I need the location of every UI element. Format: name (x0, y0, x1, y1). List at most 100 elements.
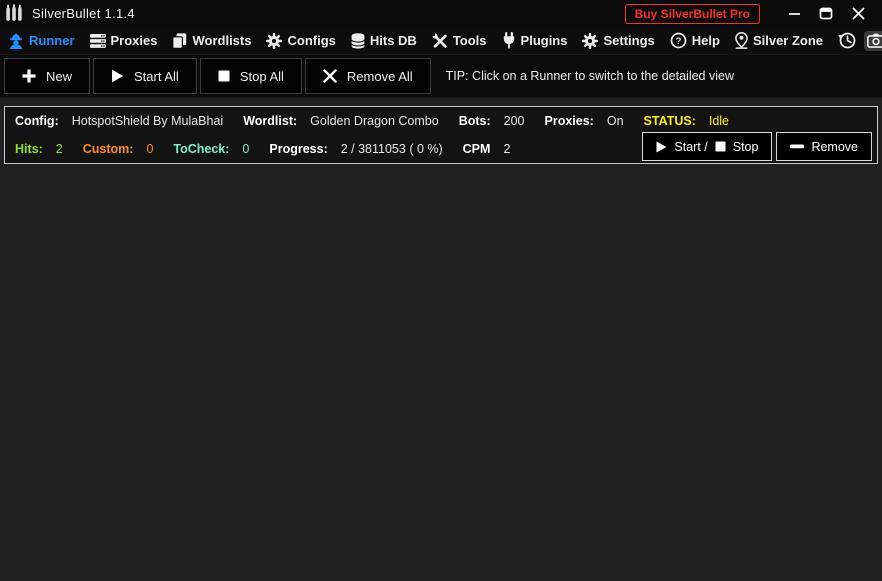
tab-label: Tools (452, 33, 487, 48)
stop-icon (218, 70, 230, 82)
wordlist-label: Wordlist: (243, 114, 298, 128)
tab-proxies[interactable]: Proxies (89, 33, 158, 48)
bots-label: Bots: (458, 114, 491, 128)
tab-runner[interactable]: Runner (8, 33, 75, 49)
tab-plugins[interactable]: Plugins (502, 32, 568, 49)
cpm-label: CPM (462, 142, 491, 156)
cpm-value: 2 (503, 142, 511, 156)
status-badge: Idle (708, 114, 730, 128)
runner-card[interactable]: Config: HotspotShield By MulaBhai Wordli… (4, 106, 878, 164)
app-window: SilverBullet 1.1.4 Buy SilverBullet Pro (0, 0, 882, 581)
app-logo-bullets-icon (6, 4, 24, 23)
help-icon: ? (670, 32, 687, 49)
bots-value: 200 (503, 114, 525, 128)
title-right: Buy SilverBullet Pro (624, 2, 874, 26)
proxies-value: On (606, 114, 624, 128)
tab-configs[interactable]: Configs (266, 32, 336, 49)
stop-icon (715, 141, 726, 152)
play-icon (112, 69, 124, 83)
stop-label: Stop (732, 139, 759, 154)
stop-all-button[interactable]: Stop All (199, 58, 302, 94)
worker-icon (8, 33, 24, 49)
plug-icon (502, 32, 516, 49)
tab-label: Proxies (110, 33, 158, 48)
start-label: Start / (674, 139, 708, 154)
remove-all-label: Remove All (346, 68, 413, 84)
navbar: Runner Proxies Wordlists Configs Hits DB… (0, 27, 882, 55)
runner-card-buttons: Start / Stop Remove (642, 132, 872, 161)
tab-help[interactable]: ? Help (670, 32, 720, 49)
wordlist-value: Golden Dragon Combo (310, 114, 439, 128)
server-icon (89, 33, 106, 48)
screenshot-button[interactable] (864, 30, 882, 51)
database-icon (350, 32, 365, 49)
remove-button[interactable]: Remove (776, 132, 872, 161)
custom-pair: Custom: 0 (83, 142, 154, 156)
maximize-icon (819, 7, 833, 20)
play-icon (656, 141, 667, 152)
tab-tools[interactable]: Tools (432, 32, 487, 49)
buy-pro-button[interactable]: Buy SilverBullet Pro (624, 3, 760, 24)
tab-label: Help (691, 33, 720, 48)
proxies-label: Proxies: (544, 114, 594, 128)
config-label: Config: (15, 114, 59, 128)
window-title: SilverBullet 1.1.4 (32, 6, 135, 21)
new-runner-label: New (46, 68, 73, 84)
titlebar: SilverBullet 1.1.4 Buy SilverBullet Pro (0, 0, 882, 27)
tab-silver-zone[interactable]: Silver Zone (735, 32, 823, 49)
minimize-icon (788, 13, 800, 15)
gear-icon (266, 32, 283, 49)
toolbar: New Start All Stop All Remove All TIP: C… (0, 55, 882, 98)
close-button[interactable] (842, 2, 874, 26)
custom-label: Custom: (82, 142, 134, 156)
plus-icon (22, 69, 36, 83)
config-value: HotspotShield By MulaBhai (71, 114, 224, 128)
x-icon (323, 69, 337, 83)
tools-icon (432, 32, 448, 49)
tab-label: Hits DB (369, 33, 417, 48)
hits-pair: Hits: 2 (15, 142, 63, 156)
tab-hits-db[interactable]: Hits DB (350, 32, 417, 49)
nav-right-icons (838, 30, 882, 51)
start-all-button[interactable]: Start All (93, 58, 197, 94)
config-pair: Config: HotspotShield By MulaBhai (15, 114, 223, 128)
start-all-label: Start All (134, 68, 179, 84)
remove-label: Remove (811, 139, 858, 154)
tab-wordlists[interactable]: Wordlists (172, 32, 252, 49)
close-icon (852, 7, 864, 20)
tab-label: Configs (287, 33, 336, 48)
new-runner-button[interactable]: New (4, 58, 91, 94)
tab-label: Runner (29, 33, 75, 48)
hits-label: Hits: (15, 142, 43, 156)
runner-row-info: Config: HotspotShield By MulaBhai Wordli… (15, 107, 867, 135)
status-pair: STATUS: Idle (644, 114, 729, 128)
history-button[interactable] (838, 31, 857, 50)
copy-icon (172, 32, 187, 49)
tocheck-pair: ToCheck: 0 (173, 142, 249, 156)
tocheck-value: 0 (242, 142, 250, 156)
remove-all-button[interactable]: Remove All (304, 58, 431, 94)
tab-settings[interactable]: Settings (582, 32, 655, 49)
stop-all-label: Stop All (239, 68, 284, 84)
bots-pair: Bots: 200 (459, 114, 525, 128)
wordlist-pair: Wordlist: Golden Dragon Combo (243, 114, 438, 128)
tocheck-label: ToCheck: (173, 142, 230, 156)
cpm-pair: CPM 2 (463, 142, 511, 156)
tab-label: Silver Zone (752, 33, 824, 48)
gear-icon (582, 32, 599, 49)
progress-pair: Progress: 2 / 3811053 ( 0 %) (269, 142, 442, 156)
maximize-button[interactable] (810, 2, 842, 26)
progress-label: Progress: (269, 142, 328, 156)
title-left: SilverBullet 1.1.4 (6, 4, 135, 23)
minimize-button[interactable] (778, 2, 810, 26)
start-stop-button[interactable]: Start / Stop (642, 132, 773, 161)
map-pin-icon (735, 32, 748, 49)
camera-icon (866, 33, 882, 48)
custom-value: 0 (146, 142, 154, 156)
svg-text:?: ? (675, 36, 681, 47)
tab-label: Settings (603, 33, 655, 48)
progress-value: 2 / 3811053 ( 0 %) (340, 142, 443, 156)
tab-label: Wordlists (192, 33, 252, 48)
tab-label: Plugins (520, 33, 568, 48)
history-icon (838, 32, 856, 49)
